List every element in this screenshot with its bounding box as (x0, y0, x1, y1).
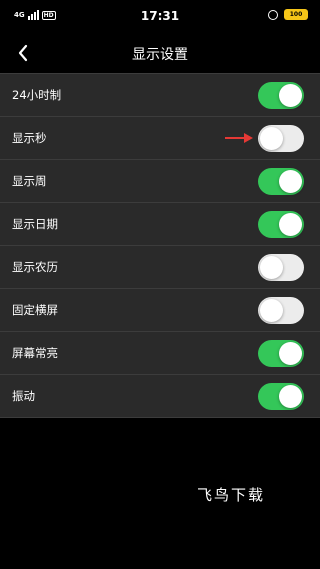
setting-label: 显示秒 (12, 131, 47, 145)
toggle-show-seconds[interactable] (258, 124, 304, 152)
setting-label: 屏幕常亮 (12, 346, 58, 360)
setting-label: 固定横屏 (12, 303, 58, 317)
toggle-show-date[interactable] (258, 210, 304, 238)
toggle-show-weekday[interactable] (258, 167, 304, 195)
setting-row-show-date: 显示日期 (0, 203, 320, 246)
screen: 4G HD 17:31 100 显示设置 24小时制 显示秒 显示周 显示日期 … (0, 0, 320, 569)
red-arrow-icon (225, 133, 253, 143)
battery-icon: 100 (284, 9, 308, 20)
nav-bar: 显示设置 (0, 36, 320, 72)
battery-level: 100 (289, 11, 303, 18)
alarm-clock-icon (268, 9, 278, 20)
setting-row-show-weekday: 显示周 (0, 160, 320, 203)
toggle-knob (279, 341, 302, 365)
setting-row-keep-screen-on: 屏幕常亮 (0, 332, 320, 375)
toggle-knob (279, 169, 302, 193)
setting-label: 显示农历 (12, 260, 58, 274)
setting-row-show-lunar: 显示农历 (0, 246, 320, 289)
toggle-lock-landscape[interactable] (258, 296, 304, 324)
toggle-keep-screen-on[interactable] (258, 339, 304, 367)
setting-label: 振动 (12, 389, 35, 403)
watermark-text: 飞鸟下载 (197, 486, 266, 504)
toggle-knob (279, 83, 302, 107)
page-title: 显示设置 (132, 47, 188, 63)
toggle-knob (279, 384, 302, 408)
setting-row-vibration: 振动 (0, 375, 320, 418)
toggle-knob (260, 255, 283, 279)
setting-row-24-hour: 24小时制 (0, 73, 320, 117)
setting-label: 显示周 (12, 174, 47, 188)
toggle-knob (260, 126, 283, 150)
toggle-24-hour[interactable] (258, 81, 304, 109)
settings-list: 24小时制 显示秒 显示周 显示日期 显示农历 固定横屏 屏幕常亮 振动 (0, 73, 320, 418)
status-bar: 4G HD 17:31 100 (0, 0, 320, 36)
toggle-vibration[interactable] (258, 382, 304, 410)
setting-row-lock-landscape: 固定横屏 (0, 289, 320, 332)
toggle-show-lunar[interactable] (258, 253, 304, 281)
setting-label: 24小时制 (12, 88, 62, 102)
status-right: 100 (268, 9, 308, 20)
setting-label: 显示日期 (12, 217, 58, 231)
toggle-knob (260, 298, 283, 322)
setting-row-show-seconds: 显示秒 (0, 117, 320, 160)
toggle-knob (279, 212, 302, 236)
